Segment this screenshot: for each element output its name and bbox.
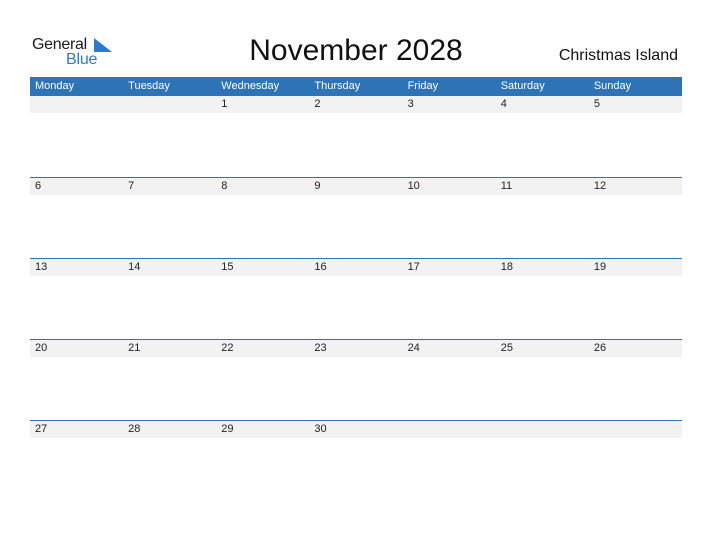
day-cell: 12	[593, 180, 607, 192]
day-cell: 5	[593, 98, 600, 110]
day-cell: 11	[500, 180, 513, 192]
weekday-tuesday: Tuesday	[128, 80, 170, 92]
day-cell: 7	[128, 180, 135, 192]
day-cell: 17	[407, 261, 420, 273]
day-cell: 27	[35, 423, 48, 435]
day-cell: 25	[500, 342, 513, 354]
weekday-thursday: Thursday	[314, 80, 361, 92]
day-cell	[496, 421, 589, 438]
day-cell	[123, 96, 216, 113]
weekday-saturday: Saturday	[500, 80, 545, 92]
day-cell: 10	[407, 180, 420, 192]
day-cell: 28	[128, 423, 141, 435]
calendar-grid: Monday Tuesday Wednesday Thursday Friday…	[30, 77, 682, 438]
day-cell: 6	[35, 180, 42, 192]
day-cell: 20	[35, 342, 48, 354]
day-cell: 15	[221, 261, 234, 273]
day-cell: 16	[314, 261, 327, 273]
week-row-1: 1 2 3 4 5	[30, 96, 682, 113]
week-row-4: 20 21 22 23 24 25 26	[30, 339, 682, 357]
day-cell: 19	[593, 261, 607, 273]
day-cell	[30, 96, 123, 113]
region-label: Christmas Island	[558, 47, 678, 64]
day-cell	[589, 421, 682, 438]
day-cell: 21	[128, 342, 141, 354]
day-cell: 14	[128, 261, 141, 273]
day-cell: 2	[314, 98, 321, 110]
day-cell: 18	[500, 261, 513, 273]
day-cell: 4	[500, 98, 507, 110]
weekday-header: Monday Tuesday Wednesday Thursday Friday…	[30, 77, 682, 96]
day-cell: 29	[221, 423, 234, 435]
day-cell: 9	[314, 180, 321, 192]
day-cell: 8	[221, 180, 228, 192]
weekday-monday: Monday	[35, 80, 75, 92]
day-cell: 22	[221, 342, 234, 354]
day-cell: 23	[314, 342, 327, 354]
day-cell	[403, 421, 496, 438]
week-row-3: 13 14 15 16 17 18 19	[30, 258, 682, 276]
day-cell: 30	[314, 423, 327, 435]
weekday-friday: Friday	[407, 80, 439, 92]
day-cell: 13	[35, 261, 48, 273]
day-cell: 1	[221, 98, 228, 110]
day-cell: 26	[593, 342, 607, 354]
weekday-wednesday: Wednesday	[221, 80, 280, 92]
week-row-2: 6 7 8 9 10 11 12	[30, 177, 682, 195]
day-cell: 3	[407, 98, 414, 110]
week-row-5: 27 28 29 30	[30, 420, 682, 438]
weekday-sunday: Sunday	[593, 80, 632, 92]
day-cell: 24	[407, 342, 420, 354]
